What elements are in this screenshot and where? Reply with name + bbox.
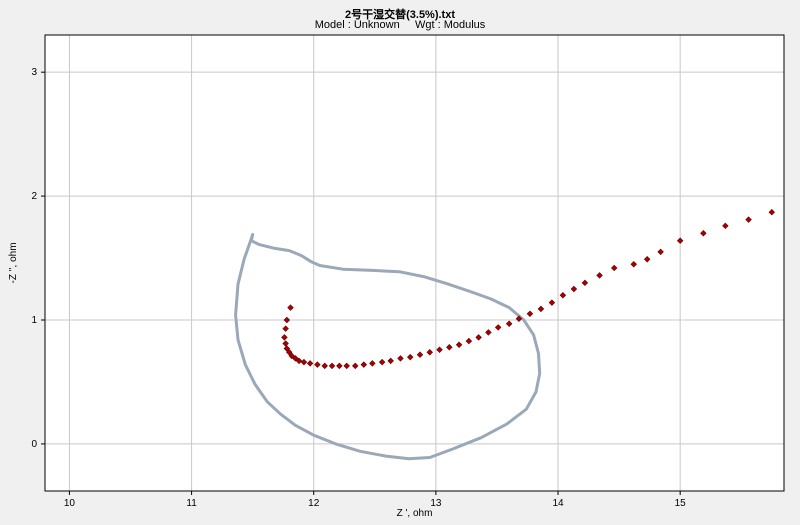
plot-area: [45, 35, 784, 491]
y-tick-label: 1: [31, 315, 37, 326]
x-axis-label: Z ', ohm: [397, 508, 433, 519]
x-tick-label: 14: [552, 498, 564, 509]
y-axis-label: -Z '', ohm: [8, 242, 19, 283]
y-tick-label: 3: [31, 67, 37, 78]
x-tick-label: 11: [186, 498, 197, 509]
x-tick-label: 10: [64, 498, 76, 509]
y-tick-label: 0: [31, 439, 37, 450]
x-tick-label: 15: [675, 498, 687, 509]
x-axis-ticks: 10 11 12 13 14 15: [64, 491, 686, 509]
y-axis-ticks: 0 1 2 3: [31, 67, 45, 450]
y-tick-label: 2: [31, 191, 37, 202]
x-tick-label: 12: [308, 498, 320, 509]
nyquist-plot: 10 11 12 13 14 15 0123 Z ', ohm -Z '', ohm: [8, 34, 785, 519]
